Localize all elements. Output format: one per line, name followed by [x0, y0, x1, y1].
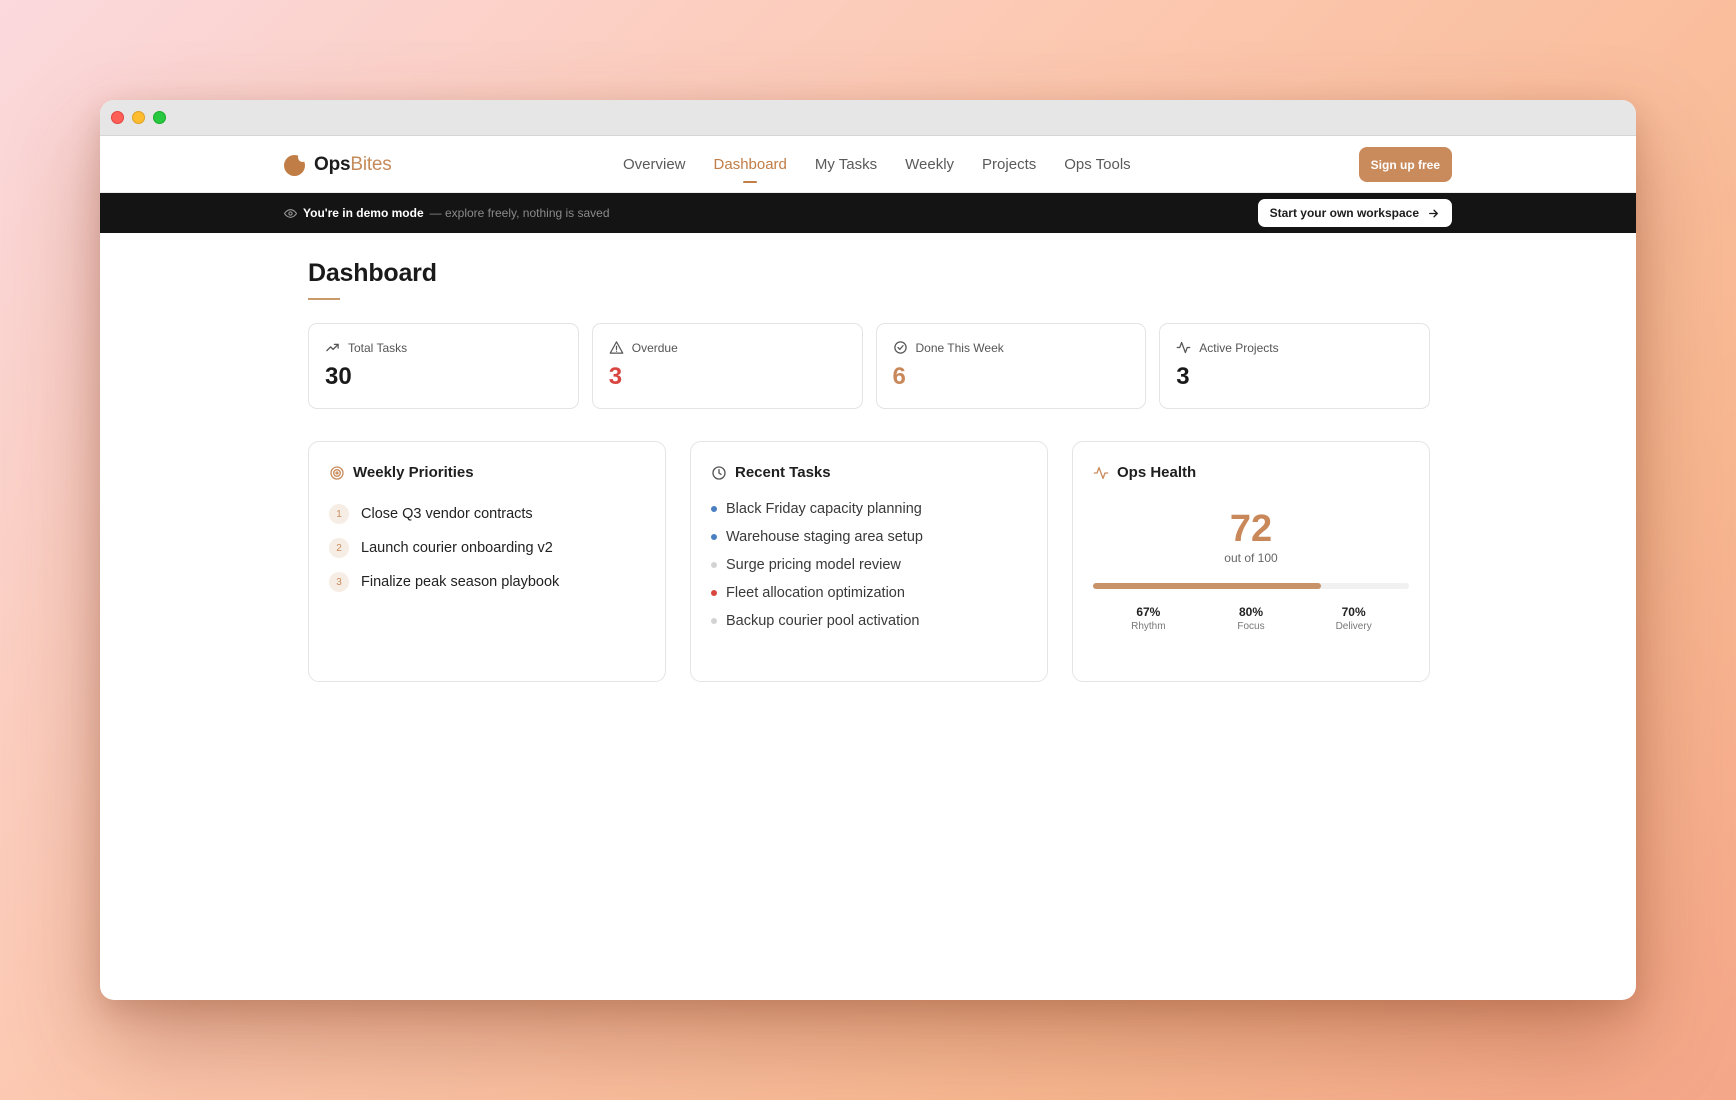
nav-links: Overview Dashboard My Tasks Weekly Proje… — [623, 136, 1131, 193]
stat-card-done-this-week: Done This Week 6 — [875, 323, 1147, 409]
eye-icon — [284, 208, 297, 218]
status-dot — [711, 590, 717, 596]
task-title: Black Friday capacity planning — [726, 501, 922, 517]
arrow-right-icon — [1429, 209, 1438, 217]
recent-tasks-list: Black Friday capacity planning Warehouse… — [711, 495, 1027, 635]
priority-number: 3 — [329, 572, 349, 592]
brand-name: OpsBites — [314, 154, 392, 176]
health-score-caption: out of 100 — [1224, 551, 1278, 565]
nav-dashboard[interactable]: Dashboard — [714, 156, 787, 173]
priority-number: 1 — [329, 504, 349, 524]
stat-card-overdue: Overdue 3 — [591, 323, 863, 409]
start-workspace-button[interactable]: Start your own workspace — [1257, 199, 1452, 227]
stat-value: 6 — [892, 363, 906, 390]
target-icon — [330, 465, 344, 480]
stat-label: Active Projects — [1199, 340, 1279, 355]
task-title: Fleet allocation optimization — [726, 585, 905, 601]
status-dot — [711, 618, 717, 624]
stat-value: 30 — [325, 363, 352, 390]
title-underline — [308, 298, 340, 300]
panel-title: Recent Tasks — [735, 464, 831, 481]
demo-mode-hint: — explore freely, nothing is saved — [429, 206, 610, 220]
metric-focus: 80% Focus — [1206, 605, 1296, 632]
stat-card-total-tasks: Total Tasks 30 — [308, 323, 579, 409]
health-score-value: 72 — [1229, 508, 1273, 550]
activity-icon — [1176, 341, 1191, 354]
stat-label: Total Tasks — [348, 340, 408, 355]
activity-icon — [1093, 466, 1109, 479]
main-content: Dashboard Total Tasks 30 Overdue 3 Done … — [308, 259, 1430, 682]
window-titlebar — [100, 100, 1636, 136]
stat-value: 3 — [1176, 363, 1190, 390]
dashboard-panels: Weekly Priorities 1 Close Q3 vendor cont… — [308, 441, 1430, 682]
recent-tasks-panel: Recent Tasks Black Friday capacity plann… — [690, 441, 1048, 682]
demo-mode-banner: You're in demo mode — explore freely, no… — [100, 193, 1636, 233]
metric-label: Focus — [1237, 621, 1265, 632]
health-score: 72 out of 100 — [1093, 509, 1409, 565]
nav-overview[interactable]: Overview — [623, 156, 686, 173]
trending-up-icon — [326, 343, 339, 352]
priorities-list: 1 Close Q3 vendor contracts 2 Launch cou… — [329, 497, 645, 599]
brand-logo-link[interactable]: OpsBites — [284, 152, 392, 176]
metric-label: Delivery — [1335, 621, 1372, 632]
weekly-priorities-panel: Weekly Priorities 1 Close Q3 vendor cont… — [308, 441, 666, 682]
top-navigation: OpsBites Overview Dashboard My Tasks Wee… — [100, 136, 1636, 193]
minimize-window-button[interactable] — [132, 111, 145, 124]
priority-text: Finalize peak season playbook — [361, 574, 560, 590]
stat-label: Overdue — [631, 340, 678, 355]
panel-title: Ops Health — [1117, 464, 1197, 481]
cookie-logo-icon — [284, 152, 307, 176]
close-window-button[interactable] — [111, 111, 124, 124]
priority-number: 2 — [329, 538, 349, 558]
nav-weekly[interactable]: Weekly — [905, 156, 954, 173]
metric-value: 80% — [1238, 605, 1263, 619]
clock-icon — [712, 465, 726, 480]
task-title: Warehouse staging area setup — [726, 529, 923, 545]
nav-my-tasks[interactable]: My Tasks — [815, 156, 877, 173]
priority-item[interactable]: 3 Finalize peak season playbook — [329, 565, 645, 599]
task-item[interactable]: Warehouse staging area setup — [711, 523, 1027, 551]
stat-cards: Total Tasks 30 Overdue 3 Done This Week … — [308, 323, 1430, 409]
priority-text: Launch courier onboarding v2 — [361, 540, 553, 556]
demo-mode-label: You're in demo mode — [303, 206, 424, 220]
page-title: Dashboard — [308, 259, 437, 287]
maximize-window-button[interactable] — [153, 111, 166, 124]
check-circle-icon — [893, 341, 907, 354]
task-item[interactable]: Backup courier pool activation — [711, 607, 1027, 635]
sign-up-button[interactable]: Sign up free — [1358, 147, 1452, 182]
status-dot — [711, 506, 717, 512]
task-title: Backup courier pool activation — [726, 613, 920, 629]
stat-value: 3 — [608, 363, 623, 390]
nav-ops-tools[interactable]: Ops Tools — [1064, 156, 1130, 173]
stat-label: Done This Week — [915, 340, 1004, 355]
browser-window: OpsBites Overview Dashboard My Tasks Wee… — [100, 100, 1636, 1000]
health-metrics: 67% Rhythm 80% Focus 70% Delivery — [1093, 605, 1409, 632]
metric-value: 70% — [1341, 605, 1366, 619]
status-dot — [711, 534, 717, 540]
priority-item[interactable]: 1 Close Q3 vendor contracts — [329, 497, 645, 531]
task-item[interactable]: Surge pricing model review — [711, 551, 1027, 579]
stat-card-active-projects: Active Projects 3 — [1159, 323, 1430, 409]
nav-projects[interactable]: Projects — [982, 156, 1036, 173]
alert-triangle-icon — [609, 341, 624, 354]
status-dot — [711, 562, 717, 568]
task-item[interactable]: Black Friday capacity planning — [711, 495, 1027, 523]
brand-name-light: Bites — [350, 154, 392, 175]
demo-mode-message: You're in demo mode — explore freely, no… — [284, 193, 610, 233]
ops-health-panel: Ops Health 72 out of 100 67% Rhythm 80% — [1072, 441, 1430, 682]
health-progress-fill — [1093, 583, 1321, 589]
metric-delivery: 70% Delivery — [1309, 605, 1399, 632]
metric-value: 67% — [1136, 605, 1161, 619]
health-progress-bar — [1093, 583, 1409, 589]
start-workspace-label: Start your own workspace — [1269, 206, 1419, 220]
priority-item[interactable]: 2 Launch courier onboarding v2 — [329, 531, 645, 565]
metric-rhythm: 67% Rhythm — [1103, 605, 1193, 632]
priority-text: Close Q3 vendor contracts — [361, 506, 533, 522]
metric-label: Rhythm — [1131, 621, 1166, 632]
task-title: Surge pricing model review — [726, 557, 901, 573]
panel-title: Weekly Priorities — [353, 464, 474, 481]
task-item[interactable]: Fleet allocation optimization — [711, 579, 1027, 607]
brand-name-bold: Ops — [314, 154, 351, 175]
